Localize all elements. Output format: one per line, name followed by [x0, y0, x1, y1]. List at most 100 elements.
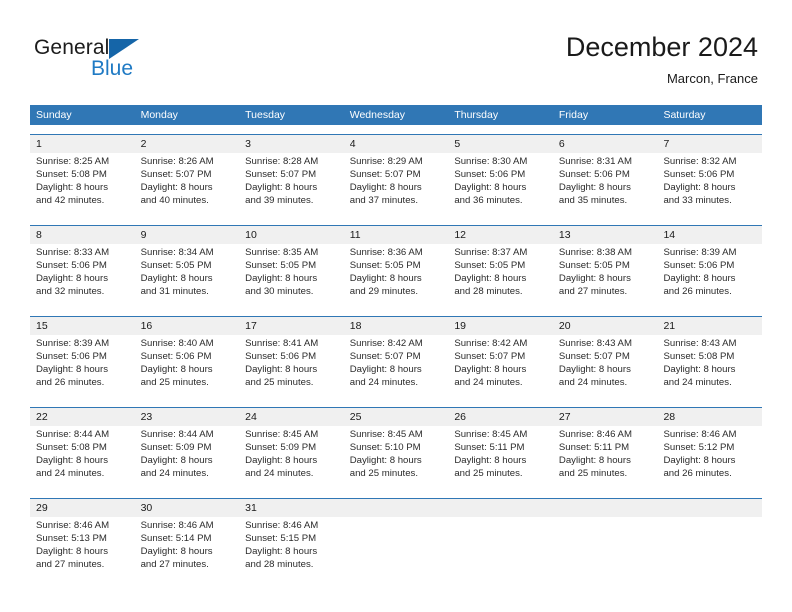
day-number[interactable]: 15	[30, 317, 135, 335]
day-number[interactable]: 4	[344, 135, 449, 153]
daylight-text-line2: and 42 minutes.	[36, 195, 105, 206]
day-cell[interactable]: Sunrise: 8:32 AM Sunset: 5:06 PM Dayligh…	[657, 153, 762, 216]
day-number[interactable]: 14	[657, 226, 762, 244]
day-cell[interactable]: Sunrise: 8:25 AM Sunset: 5:08 PM Dayligh…	[30, 153, 135, 216]
day-number[interactable]: 20	[553, 317, 658, 335]
sunrise-text: Sunrise: 8:43 AM	[663, 338, 737, 349]
day-cell[interactable]: Sunrise: 8:26 AM Sunset: 5:07 PM Dayligh…	[135, 153, 240, 216]
sunset-text: Sunset: 5:14 PM	[140, 533, 212, 544]
day-number[interactable]: 29	[30, 499, 135, 517]
day-cell[interactable]: Sunrise: 8:46 AM Sunset: 5:13 PM Dayligh…	[30, 517, 135, 580]
day-number[interactable]: 28	[657, 408, 762, 426]
day-number[interactable]: 23	[135, 408, 240, 426]
day-cell[interactable]: Sunrise: 8:46 AM Sunset: 5:15 PM Dayligh…	[239, 517, 344, 580]
day-cell[interactable]: Sunrise: 8:28 AM Sunset: 5:07 PM Dayligh…	[239, 153, 344, 216]
day-number[interactable]: 18	[344, 317, 449, 335]
day-cell[interactable]: Sunrise: 8:45 AM Sunset: 5:09 PM Dayligh…	[239, 426, 344, 489]
day-cell[interactable]: Sunrise: 8:37 AM Sunset: 5:05 PM Dayligh…	[448, 244, 553, 307]
day-number[interactable]: 8	[30, 226, 135, 244]
day-cell[interactable]: Sunrise: 8:44 AM Sunset: 5:09 PM Dayligh…	[135, 426, 240, 489]
day-number[interactable]: 5	[448, 135, 553, 153]
sunrise-text: Sunrise: 8:43 AM	[558, 338, 632, 349]
day-cell[interactable]: Sunrise: 8:41 AM Sunset: 5:06 PM Dayligh…	[239, 335, 344, 398]
sunrise-text: Sunrise: 8:36 AM	[349, 247, 423, 258]
day-number[interactable]: 21	[657, 317, 762, 335]
day-number[interactable]: 13	[553, 226, 658, 244]
page-subtitle-location: Marcon, France	[666, 71, 758, 86]
week-day-detail-band: Sunrise: 8:46 AM Sunset: 5:13 PM Dayligh…	[30, 517, 762, 580]
day-number[interactable]: 7	[657, 135, 762, 153]
day-cell[interactable]: Sunrise: 8:29 AM Sunset: 5:07 PM Dayligh…	[344, 153, 449, 216]
day-cell-empty	[448, 517, 553, 580]
day-number[interactable]: 26	[448, 408, 553, 426]
week-row: 29 30 31 Sunrise: 8:46 AM Sunset: 5:13 P…	[30, 498, 762, 580]
day-cell[interactable]: Sunrise: 8:36 AM Sunset: 5:05 PM Dayligh…	[344, 244, 449, 307]
sunset-text: Sunset: 5:06 PM	[36, 351, 107, 362]
day-cell[interactable]: Sunrise: 8:45 AM Sunset: 5:11 PM Dayligh…	[448, 426, 553, 489]
day-cell[interactable]: Sunrise: 8:42 AM Sunset: 5:07 PM Dayligh…	[344, 335, 449, 398]
day-number[interactable]: 22	[30, 408, 135, 426]
day-number[interactable]: 2	[135, 135, 240, 153]
day-cell[interactable]: Sunrise: 8:46 AM Sunset: 5:14 PM Dayligh…	[135, 517, 240, 580]
sunset-text: Sunset: 5:07 PM	[140, 169, 212, 180]
day-cell[interactable]: Sunrise: 8:35 AM Sunset: 5:05 PM Dayligh…	[239, 244, 344, 307]
day-cell[interactable]: Sunrise: 8:46 AM Sunset: 5:11 PM Dayligh…	[553, 426, 658, 489]
sunset-text: Sunset: 5:13 PM	[36, 533, 107, 544]
day-cell[interactable]: Sunrise: 8:44 AM Sunset: 5:08 PM Dayligh…	[30, 426, 135, 489]
day-number[interactable]: 17	[239, 317, 344, 335]
day-cell[interactable]: Sunrise: 8:43 AM Sunset: 5:08 PM Dayligh…	[657, 335, 762, 398]
day-number[interactable]: 19	[448, 317, 553, 335]
day-number[interactable]: 27	[553, 408, 658, 426]
week-row: 22 23 24 25 26 27 28 Sunrise: 8:44 AM Su…	[30, 407, 762, 489]
day-cell[interactable]: Sunrise: 8:43 AM Sunset: 5:07 PM Dayligh…	[553, 335, 658, 398]
day-cell[interactable]: Sunrise: 8:30 AM Sunset: 5:06 PM Dayligh…	[448, 153, 553, 216]
day-number[interactable]: 12	[448, 226, 553, 244]
general-blue-logo[interactable]: General Blue	[34, 36, 234, 92]
sunrise-text: Sunrise: 8:40 AM	[140, 338, 214, 349]
day-number[interactable]: 9	[135, 226, 240, 244]
daylight-text-line2: and 25 minutes.	[349, 468, 419, 479]
sunset-text: Sunset: 5:11 PM	[558, 442, 630, 453]
day-cell[interactable]: Sunrise: 8:42 AM Sunset: 5:07 PM Dayligh…	[448, 335, 553, 398]
day-cell[interactable]: Sunrise: 8:39 AM Sunset: 5:06 PM Dayligh…	[30, 335, 135, 398]
day-number-empty	[344, 499, 449, 517]
day-number[interactable]: 30	[135, 499, 240, 517]
sunset-text: Sunset: 5:07 PM	[349, 351, 421, 362]
day-cell[interactable]: Sunrise: 8:31 AM Sunset: 5:06 PM Dayligh…	[553, 153, 658, 216]
day-cell[interactable]: Sunrise: 8:38 AM Sunset: 5:05 PM Dayligh…	[553, 244, 658, 307]
week-row: 8 9 10 11 12 13 14 Sunrise: 8:33 AM Suns…	[30, 225, 762, 307]
sunset-text: Sunset: 5:15 PM	[245, 533, 317, 544]
day-number[interactable]: 25	[344, 408, 449, 426]
day-number[interactable]: 16	[135, 317, 240, 335]
daylight-text-line1: Daylight: 8 hours	[558, 182, 631, 193]
day-cell[interactable]: Sunrise: 8:33 AM Sunset: 5:06 PM Dayligh…	[30, 244, 135, 307]
day-number[interactable]: 1	[30, 135, 135, 153]
daylight-text-line2: and 29 minutes.	[349, 286, 419, 297]
daylight-text-line2: and 24 minutes.	[663, 377, 732, 388]
day-number-empty	[553, 499, 658, 517]
day-cell[interactable]: Sunrise: 8:45 AM Sunset: 5:10 PM Dayligh…	[344, 426, 449, 489]
day-cell[interactable]: Sunrise: 8:40 AM Sunset: 5:06 PM Dayligh…	[135, 335, 240, 398]
sunset-text: Sunset: 5:06 PM	[558, 169, 630, 180]
day-number[interactable]: 6	[553, 135, 658, 153]
daylight-text-line1: Daylight: 8 hours	[245, 546, 318, 557]
day-cell-empty	[344, 517, 449, 580]
dow-sunday: Sunday	[36, 109, 72, 121]
dow-monday: Monday	[140, 109, 178, 121]
day-number[interactable]: 3	[239, 135, 344, 153]
sunset-text: Sunset: 5:10 PM	[349, 442, 421, 453]
day-number[interactable]: 10	[239, 226, 344, 244]
daylight-text-line2: and 24 minutes.	[245, 468, 314, 479]
sunrise-text: Sunrise: 8:41 AM	[245, 338, 319, 349]
day-number[interactable]: 31	[239, 499, 344, 517]
sunset-text: Sunset: 5:08 PM	[36, 442, 107, 453]
logo-text-blue: Blue	[91, 57, 134, 80]
day-cell[interactable]: Sunrise: 8:39 AM Sunset: 5:06 PM Dayligh…	[657, 244, 762, 307]
daylight-text-line1: Daylight: 8 hours	[663, 182, 736, 193]
sunrise-text: Sunrise: 8:46 AM	[36, 520, 110, 531]
daylight-text-line2: and 30 minutes.	[245, 286, 314, 297]
day-number[interactable]: 24	[239, 408, 344, 426]
day-number[interactable]: 11	[344, 226, 449, 244]
day-cell[interactable]: Sunrise: 8:46 AM Sunset: 5:12 PM Dayligh…	[657, 426, 762, 489]
day-cell[interactable]: Sunrise: 8:34 AM Sunset: 5:05 PM Dayligh…	[135, 244, 240, 307]
